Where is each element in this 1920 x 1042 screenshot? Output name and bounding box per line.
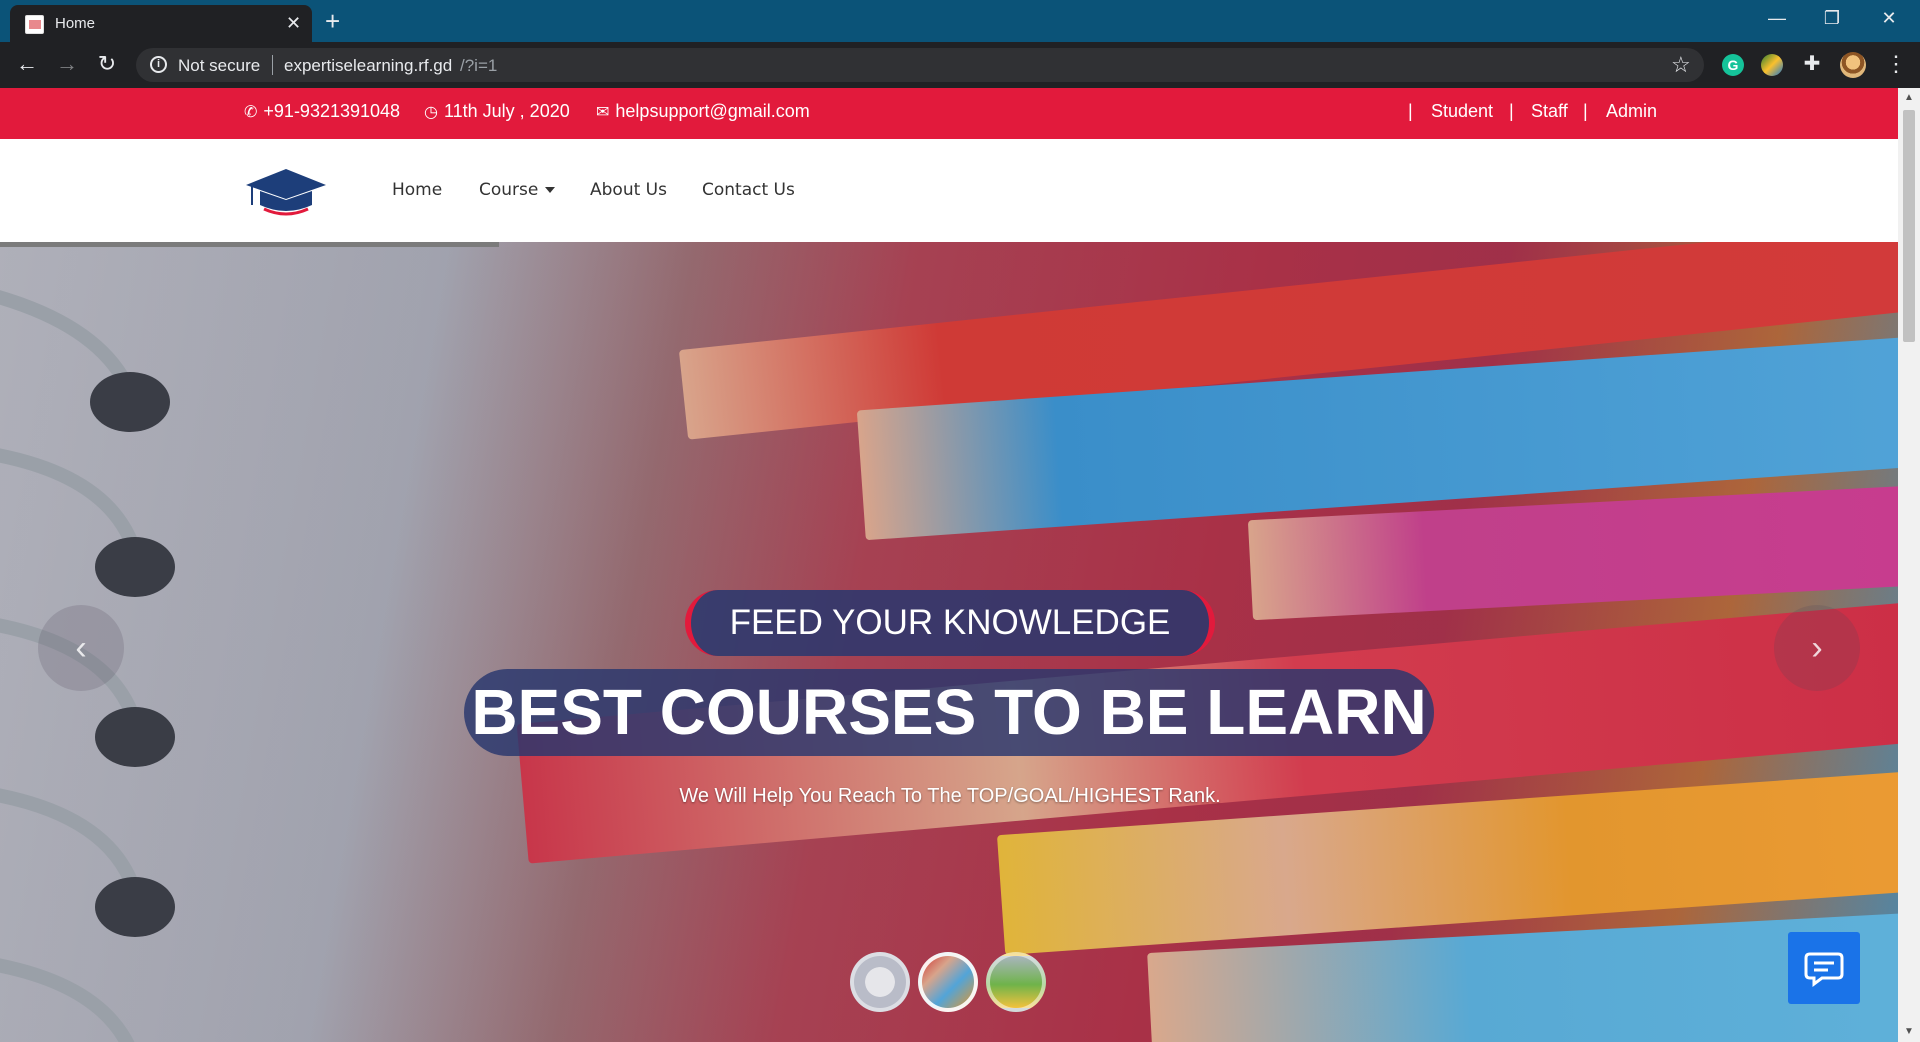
- contact-topbar: ✆ +91-9321391048 ◷ 11th July , 2020 ✉ helps…: [0, 88, 1898, 139]
- new-tab-button[interactable]: +: [325, 6, 340, 37]
- bookmark-star-icon[interactable]: ☆: [1671, 52, 1691, 78]
- info-icon[interactable]: i: [150, 56, 167, 73]
- favicon-icon: [25, 15, 44, 34]
- address-separator: [272, 55, 273, 75]
- nav-course[interactable]: Course: [479, 180, 556, 200]
- reload-icon[interactable]: ↻: [93, 51, 121, 77]
- caret-down-icon: [545, 187, 556, 193]
- scroll-down-icon[interactable]: ▼: [1904, 1026, 1914, 1037]
- slide-progress-bar: [0, 242, 499, 247]
- slide-subtitle: We Will Help You Reach To The TOP/GOAL/H…: [679, 785, 1221, 807]
- clock-icon: ◷: [424, 104, 438, 121]
- phone-icon: ✆: [244, 104, 258, 121]
- student-link[interactable]: Student: [1431, 101, 1493, 122]
- envelope-icon: ✉: [596, 104, 610, 121]
- tab-title: Home: [55, 15, 96, 32]
- staff-link[interactable]: Staff: [1531, 101, 1568, 122]
- minimize-icon[interactable]: —: [1762, 8, 1792, 29]
- email-text: helpsupport@gmail.com: [615, 101, 810, 121]
- scroll-thumb[interactable]: [1903, 110, 1915, 342]
- email-item: ✉ helpsupport@gmail.com: [596, 101, 810, 122]
- close-tab-icon[interactable]: ✕: [286, 13, 301, 34]
- nav-about-us[interactable]: About Us: [590, 180, 667, 200]
- back-icon[interactable]: ←: [13, 51, 41, 77]
- security-status[interactable]: Not secure: [178, 56, 260, 76]
- browser-toolbar: ← → ↻ i Not secure expertiselearning.rf.…: [0, 42, 1920, 88]
- page-scrollbar[interactable]: ▲ ▼: [1898, 88, 1920, 1042]
- slide-kicker: FEED YOUR KNOWLEDGE: [685, 590, 1215, 656]
- nav-contact-us[interactable]: Contact Us: [702, 180, 795, 200]
- web-page: ✆ +91-9321391048 ◷ 11th July , 2020 ✉ helps…: [0, 88, 1898, 1042]
- profile-avatar[interactable]: [1840, 52, 1866, 78]
- restore-icon[interactable]: ❐: [1817, 8, 1847, 29]
- hero-carousel: FEED YOUR KNOWLEDGE BEST COURSES TO BE L…: [0, 242, 1898, 1042]
- graduation-cap-logo[interactable]: [244, 167, 328, 217]
- browser-tab-bar: Home ✕ + — ❐ ✕: [0, 0, 1920, 42]
- chat-widget-button[interactable]: [1788, 932, 1860, 1004]
- forward-icon[interactable]: →: [53, 51, 81, 77]
- chat-icon: [1804, 952, 1844, 987]
- carousel-prev-arrow[interactable]: ‹: [38, 605, 124, 691]
- separator: |: [1509, 101, 1514, 121]
- url-host[interactable]: expertiselearning.rf.gd: [284, 56, 452, 76]
- slide-thumbnail-3[interactable]: [986, 952, 1046, 1012]
- date-item: ◷ 11th July , 2020: [424, 101, 570, 122]
- separator: |: [1583, 101, 1588, 121]
- address-bar[interactable]: i Not secure expertiselearning.rf.gd /?i…: [136, 48, 1704, 82]
- admin-link[interactable]: Admin: [1606, 101, 1657, 122]
- grammarly-icon[interactable]: G: [1722, 54, 1744, 76]
- slide-title: BEST COURSES TO BE LEARN: [464, 669, 1434, 756]
- close-window-icon[interactable]: ✕: [1874, 8, 1904, 29]
- scroll-up-icon[interactable]: ▲: [1904, 92, 1914, 103]
- puzzle-icon[interactable]: ✚: [1801, 51, 1823, 75]
- main-navbar: Home Course About Us Contact Us: [0, 139, 1898, 242]
- slide-thumbnail-2[interactable]: [918, 952, 978, 1012]
- slide-thumbnail-1[interactable]: [850, 952, 910, 1012]
- nav-home[interactable]: Home: [392, 180, 442, 200]
- browser-tab[interactable]: Home ✕: [10, 5, 312, 42]
- date-text: 11th July , 2020: [443, 101, 570, 121]
- menu-dots-icon[interactable]: ⋮: [1885, 51, 1907, 77]
- carousel-next-arrow[interactable]: ›: [1774, 605, 1860, 691]
- url-path[interactable]: /?i=1: [460, 56, 497, 76]
- nav-course-label: Course: [479, 180, 539, 200]
- phone-text: +91-9321391048: [263, 101, 401, 121]
- separator: |: [1408, 101, 1413, 121]
- globe-icon[interactable]: [1761, 54, 1783, 76]
- phone-item: ✆ +91-9321391048: [244, 101, 400, 122]
